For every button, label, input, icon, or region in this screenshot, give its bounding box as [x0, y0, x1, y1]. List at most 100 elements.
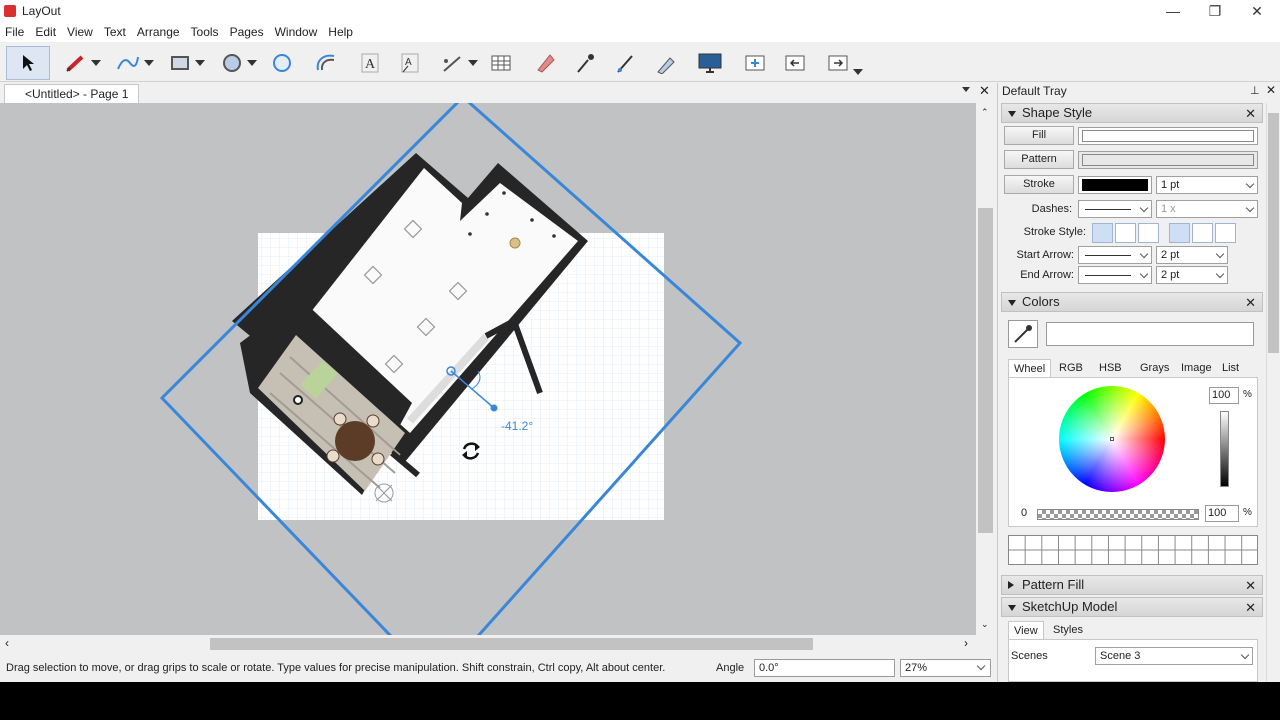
split-tool-button[interactable] — [610, 46, 640, 80]
colors-panel-header[interactable]: Colors ✕ — [1001, 292, 1263, 312]
wheel-picker[interactable] — [1110, 437, 1114, 441]
menu-edit[interactable]: Edit — [30, 25, 62, 39]
dimension-icon — [443, 56, 461, 72]
vertical-scroll-thumb[interactable] — [978, 208, 993, 533]
previous-page-button[interactable] — [780, 46, 810, 80]
restore-button[interactable]: ❐ — [1194, 0, 1236, 22]
shape-style-title: Shape Style — [1022, 105, 1093, 120]
fill-color-well[interactable] — [1078, 127, 1258, 145]
tab-list[interactable]: List — [1217, 359, 1244, 377]
minimize-button[interactable]: — — [1152, 0, 1194, 22]
eyedropper-button[interactable] — [1008, 320, 1038, 348]
horizontal-scroll-thumb[interactable] — [210, 638, 813, 650]
opacity-input[interactable]: 100 — [1205, 505, 1239, 522]
tab-view[interactable]: View — [1008, 621, 1044, 639]
next-page-button[interactable] — [818, 46, 872, 80]
tab-hsb[interactable]: HSB — [1094, 359, 1127, 377]
dashes-select[interactable] — [1078, 200, 1152, 218]
shape-style-panel-header[interactable]: Shape Style ✕ — [1001, 103, 1263, 123]
circle-tool-button[interactable] — [214, 46, 264, 80]
cap-round-button[interactable] — [1192, 223, 1213, 243]
polygon-tool-button[interactable] — [268, 46, 296, 80]
tray-scrollbar[interactable] — [1266, 103, 1280, 682]
menu-help[interactable]: Help — [323, 25, 359, 39]
close-panel-icon[interactable]: ✕ — [1245, 599, 1256, 617]
chevron-down-icon — [976, 661, 986, 671]
close-panel-icon[interactable]: ✕ — [1245, 294, 1256, 312]
opacity-slider[interactable] — [1037, 509, 1199, 520]
pin-icon[interactable]: ⊥ — [1250, 84, 1260, 97]
brightness-input[interactable]: 100 — [1209, 387, 1239, 404]
close-panel-icon[interactable]: ✕ — [1245, 577, 1256, 595]
tab-wheel[interactable]: Wheel — [1008, 359, 1052, 377]
start-arrow-size-select[interactable]: 2 pt — [1156, 246, 1228, 264]
tab-menu-icon[interactable] — [962, 87, 970, 92]
fill-toggle-button[interactable]: Fill — [1004, 126, 1074, 145]
scenes-select[interactable]: Scene 3 — [1095, 647, 1253, 665]
close-tray-icon[interactable]: ✕ — [1266, 83, 1276, 97]
start-arrow-select[interactable] — [1078, 246, 1152, 264]
scroll-left-icon[interactable]: ‹ — [5, 636, 9, 650]
menu-file[interactable]: File — [0, 25, 30, 39]
text-tool-button[interactable]: A — [356, 46, 384, 80]
end-arrow-size-select[interactable]: 2 pt — [1156, 266, 1228, 284]
arc-tool-button[interactable] — [110, 46, 160, 80]
tab-styles[interactable]: Styles — [1048, 621, 1088, 639]
sketchup-model-panel-header[interactable]: SketchUp Model ✕ — [1001, 597, 1263, 617]
offset-icon — [316, 54, 335, 71]
rectangle-tool-button[interactable] — [162, 46, 212, 80]
join-bevel-button[interactable] — [1138, 223, 1159, 243]
label-tool-button[interactable]: A — [396, 46, 424, 80]
join-round-button[interactable] — [1115, 223, 1136, 243]
canvas-horizontal-scrollbar[interactable]: ‹ › — [0, 635, 976, 653]
color-swatch-grid[interactable] — [1008, 535, 1258, 565]
stroke-toggle-button[interactable]: Stroke — [1004, 175, 1074, 194]
menu-window[interactable]: Window — [270, 25, 324, 39]
tab-image[interactable]: Image — [1176, 359, 1217, 377]
stroke-color-well[interactable] — [1078, 176, 1152, 194]
menu-bar: File Edit View Text Arrange Tools Pages … — [0, 22, 1280, 42]
dimension-tool-button[interactable] — [436, 46, 484, 80]
stroke-width-select[interactable]: 1 pt — [1156, 176, 1258, 194]
menu-view[interactable]: View — [62, 25, 99, 39]
scroll-up-icon[interactable]: ⌃ — [981, 107, 989, 118]
select-tool-button[interactable] — [6, 46, 50, 80]
close-panel-icon[interactable]: ✕ — [1245, 105, 1256, 123]
menu-text[interactable]: Text — [99, 25, 132, 39]
table-tool-button[interactable] — [486, 46, 516, 80]
menu-pages[interactable]: Pages — [225, 25, 270, 39]
tab-grays[interactable]: Grays — [1135, 359, 1174, 377]
pattern-well[interactable] — [1078, 151, 1258, 169]
close-window-button[interactable]: ✕ — [1236, 0, 1278, 22]
add-page-button[interactable] — [740, 46, 770, 80]
title-bar: LayOut — ❐ ✕ — [0, 0, 1280, 22]
scroll-right-icon[interactable]: › — [964, 636, 968, 650]
menu-arrange[interactable]: Arrange — [132, 25, 186, 39]
cap-square-button[interactable] — [1215, 223, 1236, 243]
drawing-canvas[interactable]: -41.2° — [0, 103, 976, 635]
menu-tools[interactable]: Tools — [186, 25, 225, 39]
scroll-down-icon[interactable]: ⌄ — [981, 619, 989, 630]
canvas-vertical-scrollbar[interactable]: ⌃ ⌄ — [976, 103, 997, 635]
eraser-tool-button[interactable] — [530, 46, 560, 80]
close-document-icon[interactable]: ✕ — [979, 83, 990, 99]
offset-tool-button[interactable] — [310, 46, 342, 80]
document-tab[interactable]: <Untitled> - Page 1 — [4, 84, 140, 103]
join-miter-button[interactable] — [1092, 223, 1113, 243]
line-tool-button[interactable] — [58, 46, 108, 80]
dash-scale-select[interactable]: 1 x — [1156, 200, 1258, 218]
brightness-slider[interactable] — [1220, 411, 1229, 487]
tray-scroll-thumb[interactable] — [1268, 113, 1279, 353]
presentation-button[interactable] — [694, 46, 726, 80]
tab-rgb[interactable]: RGB — [1054, 359, 1088, 377]
color-wheel[interactable] — [1059, 386, 1165, 492]
angle-input[interactable]: 0.0° — [754, 659, 895, 677]
end-arrow-select[interactable] — [1078, 266, 1152, 284]
join-tool-button[interactable] — [650, 46, 680, 80]
cap-butt-button[interactable] — [1169, 223, 1190, 243]
pattern-fill-panel-header[interactable]: Pattern Fill ✕ — [1001, 575, 1263, 595]
end-arrow-label: End Arrow: — [1020, 269, 1074, 281]
style-tool-button[interactable] — [570, 46, 600, 80]
pattern-toggle-button[interactable]: Pattern — [1004, 150, 1074, 169]
zoom-select[interactable]: 27% — [900, 659, 991, 677]
